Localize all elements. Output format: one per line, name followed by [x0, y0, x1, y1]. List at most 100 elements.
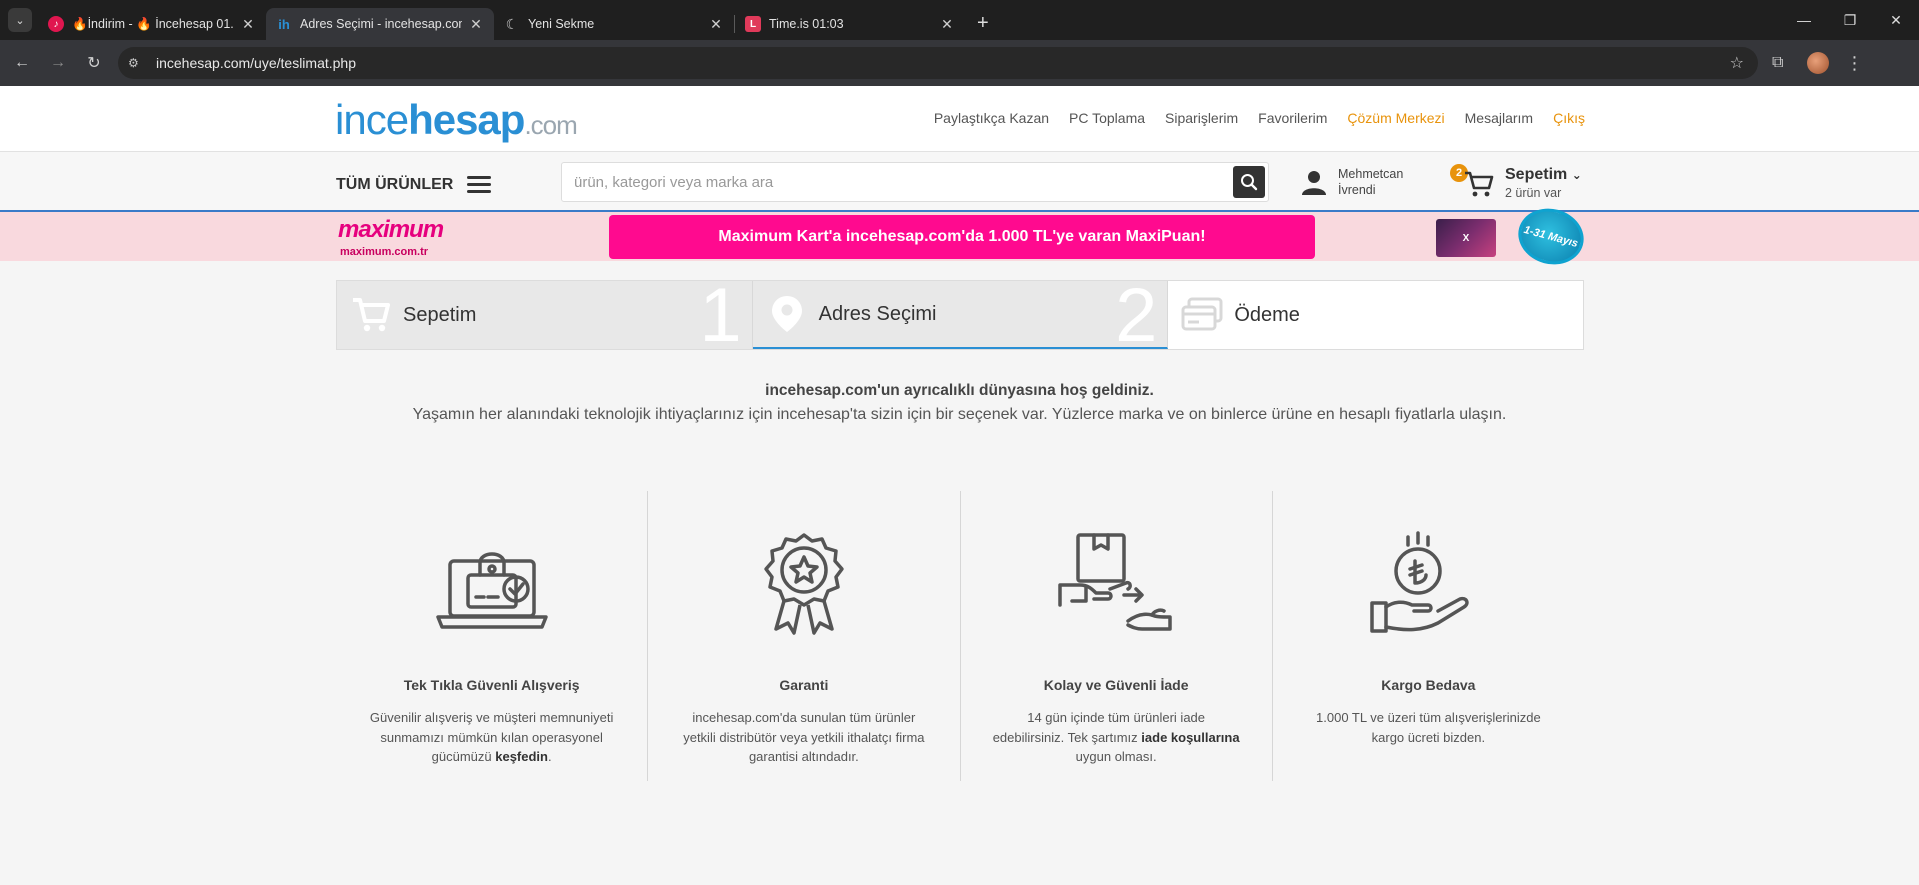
tab-title: Adres Seçimi - incehesap.com [300, 17, 462, 31]
step-sepetim[interactable]: Sepetim 1 [337, 281, 753, 349]
step-adres-secimi[interactable]: Adres Seçimi 2 [752, 281, 1169, 349]
restore-icon[interactable]: ❐ [1827, 0, 1873, 40]
search-bar-row: TÜM ÜRÜNLER Mehmetcan İvrendi 2 Sepetim … [0, 152, 1919, 212]
user-account[interactable]: Mehmetcan İvrendi [1300, 166, 1418, 198]
step-number: 2 [1115, 281, 1158, 349]
user-name: Mehmetcan İvrendi [1338, 166, 1418, 198]
feature-text: 1.000 TL ve üzeri tüm alışverişlerinizde… [1316, 710, 1541, 745]
secure-laptop-icon [435, 552, 548, 629]
profile-avatar[interactable] [1807, 52, 1830, 74]
logo-part-com: .com [524, 110, 577, 140]
browser-tab-indirim[interactable]: ♪ 🔥İndirim - 🔥 İncehesap 01.0 ✕ [38, 8, 266, 40]
link-favorilerim[interactable]: Favorilerim [1258, 110, 1327, 126]
link-cikis[interactable]: Çıkış [1553, 110, 1585, 126]
bookmark-star-icon[interactable]: ☆ [1730, 53, 1744, 73]
link-paylastikca-kazan[interactable]: Paylaştıkça Kazan [934, 110, 1049, 126]
new-tab-button[interactable]: + [977, 12, 989, 35]
step-label: Adres Seçimi [818, 302, 937, 325]
cart-subtitle: 2 ürün var [1505, 186, 1562, 200]
welcome-text: Yaşamın her alanındaki teknolojik ihtiya… [412, 406, 1507, 423]
welcome-title: incehesap.com'un ayrıcalıklı dünyasına h… [765, 382, 1154, 399]
tiktok-icon: ♪ [48, 16, 64, 32]
back-icon[interactable]: ← [6, 47, 38, 79]
hamburger-icon [467, 172, 492, 197]
chevron-down-icon: ⌄ [1571, 168, 1582, 182]
tab-close-icon[interactable]: ✕ [708, 16, 724, 33]
tab-close-icon[interactable]: ✕ [939, 16, 955, 33]
award-badge-icon [764, 533, 844, 635]
return-conditions-link[interactable]: iade koşullarına [1141, 730, 1239, 745]
feature-text: Güvenilir alışveriş ve müşteri memnuniye… [369, 710, 614, 764]
location-pin-icon [765, 292, 809, 336]
tab-title: Yeni Sekme [528, 17, 595, 31]
step-label: Ödeme [1234, 303, 1300, 326]
tab-search-button[interactable]: ⌄ [8, 8, 32, 32]
url-text[interactable]: incehesap.com/uye/teslimat.php [156, 55, 1730, 71]
promo-banner[interactable]: maximum maximum.com.tr Maximum Kart'a in… [0, 201, 1919, 272]
user-first-name: Mehmetcan [1338, 167, 1404, 181]
feature-title: Kolay ve Güvenli İade [1043, 677, 1189, 693]
tab-close-icon[interactable]: ✕ [468, 16, 484, 33]
link-cozum-merkezi[interactable]: Çözüm Merkezi [1347, 110, 1444, 126]
step-label: Sepetim [403, 303, 477, 326]
package-hand-icon [1058, 533, 1172, 631]
feature-title: Tek Tıkla Güvenli Alışveriş [403, 677, 580, 693]
tab-title: 🔥İndirim - 🔥 İncehesap 01.0 [72, 16, 234, 31]
coin-hand-icon [1370, 531, 1470, 633]
logo-part-hesap: hesap [408, 96, 525, 143]
step-number: 1 [699, 281, 742, 349]
search-box [561, 162, 1269, 202]
welcome-section: incehesap.com'un ayrıcalıklı dünyasına h… [0, 382, 1919, 424]
browser-tab-yeni-sekme[interactable]: ☾ Yeni Sekme ✕ [494, 8, 734, 40]
features-row: Tek Tıkla Güvenli Alışveriş Güvenilir al… [336, 491, 1584, 781]
window-controls: — ❐ ✕ [1781, 0, 1919, 40]
browser-tabbar: ⌄ ♪ 🔥İndirim - 🔥 İncehesap 01.0 ✕ ih Adr… [0, 0, 1919, 40]
tab-title: Time.is 01:03 [769, 17, 844, 31]
credit-card-icon [1180, 293, 1224, 337]
link-siparislerim[interactable]: Siparişlerim [1165, 110, 1238, 126]
search-input[interactable] [574, 163, 1214, 201]
checkout-steps: Sepetim 1 Adres Seçimi 2 Ödeme [336, 280, 1584, 350]
cart-icon [1465, 171, 1494, 197]
browser-tab-adres-secimi[interactable]: ih Adres Seçimi - incehesap.com ✕ [266, 8, 494, 40]
close-window-icon[interactable]: ✕ [1873, 0, 1919, 40]
explore-link[interactable]: keşfedin [495, 749, 548, 764]
maximum-url: maximum.com.tr [340, 246, 429, 258]
browser-toolbar: ← → ↻ ⚙ incehesap.com/uye/teslimat.php ☆… [0, 40, 1919, 86]
maximum-logo: maximum [338, 216, 444, 243]
all-products-menu[interactable]: TÜM ÜRÜNLER [336, 172, 492, 197]
site-info-icon[interactable]: ⚙ [128, 56, 148, 70]
user-icon [1302, 171, 1326, 195]
logo-part-ince: ince [335, 96, 409, 143]
top-nav: Paylaştıkça Kazan PC Toplama Siparişleri… [934, 110, 1585, 126]
step-odeme[interactable]: Ödeme [1168, 281, 1584, 349]
tab-close-icon[interactable]: ✕ [240, 16, 256, 33]
search-icon [1241, 174, 1258, 191]
address-bar[interactable]: ⚙ incehesap.com/uye/teslimat.php ☆ [118, 47, 1758, 79]
user-last-name: İvrendi [1338, 183, 1376, 197]
browser-menu-icon[interactable]: ⋮ [1845, 53, 1863, 74]
link-pc-toplama[interactable]: PC Toplama [1069, 110, 1145, 126]
credit-card-image: X [1436, 219, 1496, 257]
browser-tab-time[interactable]: L Time.is 01:03 ✕ [735, 8, 965, 40]
link-mesajlarim[interactable]: Mesajlarım [1465, 110, 1533, 126]
site-header: incehesap.com Paylaştıkça Kazan PC Topla… [0, 86, 1919, 152]
loading-icon: ☾ [505, 15, 519, 32]
cart-button[interactable]: 2 Sepetim ⌄ 2 ürün var [1450, 162, 1590, 202]
feature-text: 14 gün içinde tüm ürünleri iade edebilir… [992, 710, 1240, 764]
promo-message[interactable]: Maximum Kart'a incehesap.com'da 1.000 TL… [609, 215, 1315, 259]
minimize-icon[interactable]: — [1781, 0, 1827, 40]
time-icon: L [745, 16, 761, 32]
campaign-date-badge: 1-31 Mayıs [1512, 201, 1590, 272]
forward-icon[interactable]: → [42, 47, 74, 79]
search-button[interactable] [1233, 166, 1265, 198]
feature-secure-shopping: Tek Tıkla Güvenli Alışveriş Güvenilir al… [336, 491, 649, 781]
incehesap-logo[interactable]: incehesap.com [335, 96, 578, 144]
reload-icon[interactable]: ↻ [78, 47, 110, 79]
feature-title: Kargo Bedava [1381, 677, 1476, 693]
extensions-icon[interactable]: ⧉ [1772, 54, 1783, 72]
feature-easy-return: Kolay ve Güvenli İade 14 gün içinde tüm … [961, 491, 1273, 781]
cart-title: Sepetim ⌄ [1505, 166, 1582, 183]
ih-icon: ih [278, 16, 290, 32]
cart-icon [349, 293, 393, 337]
